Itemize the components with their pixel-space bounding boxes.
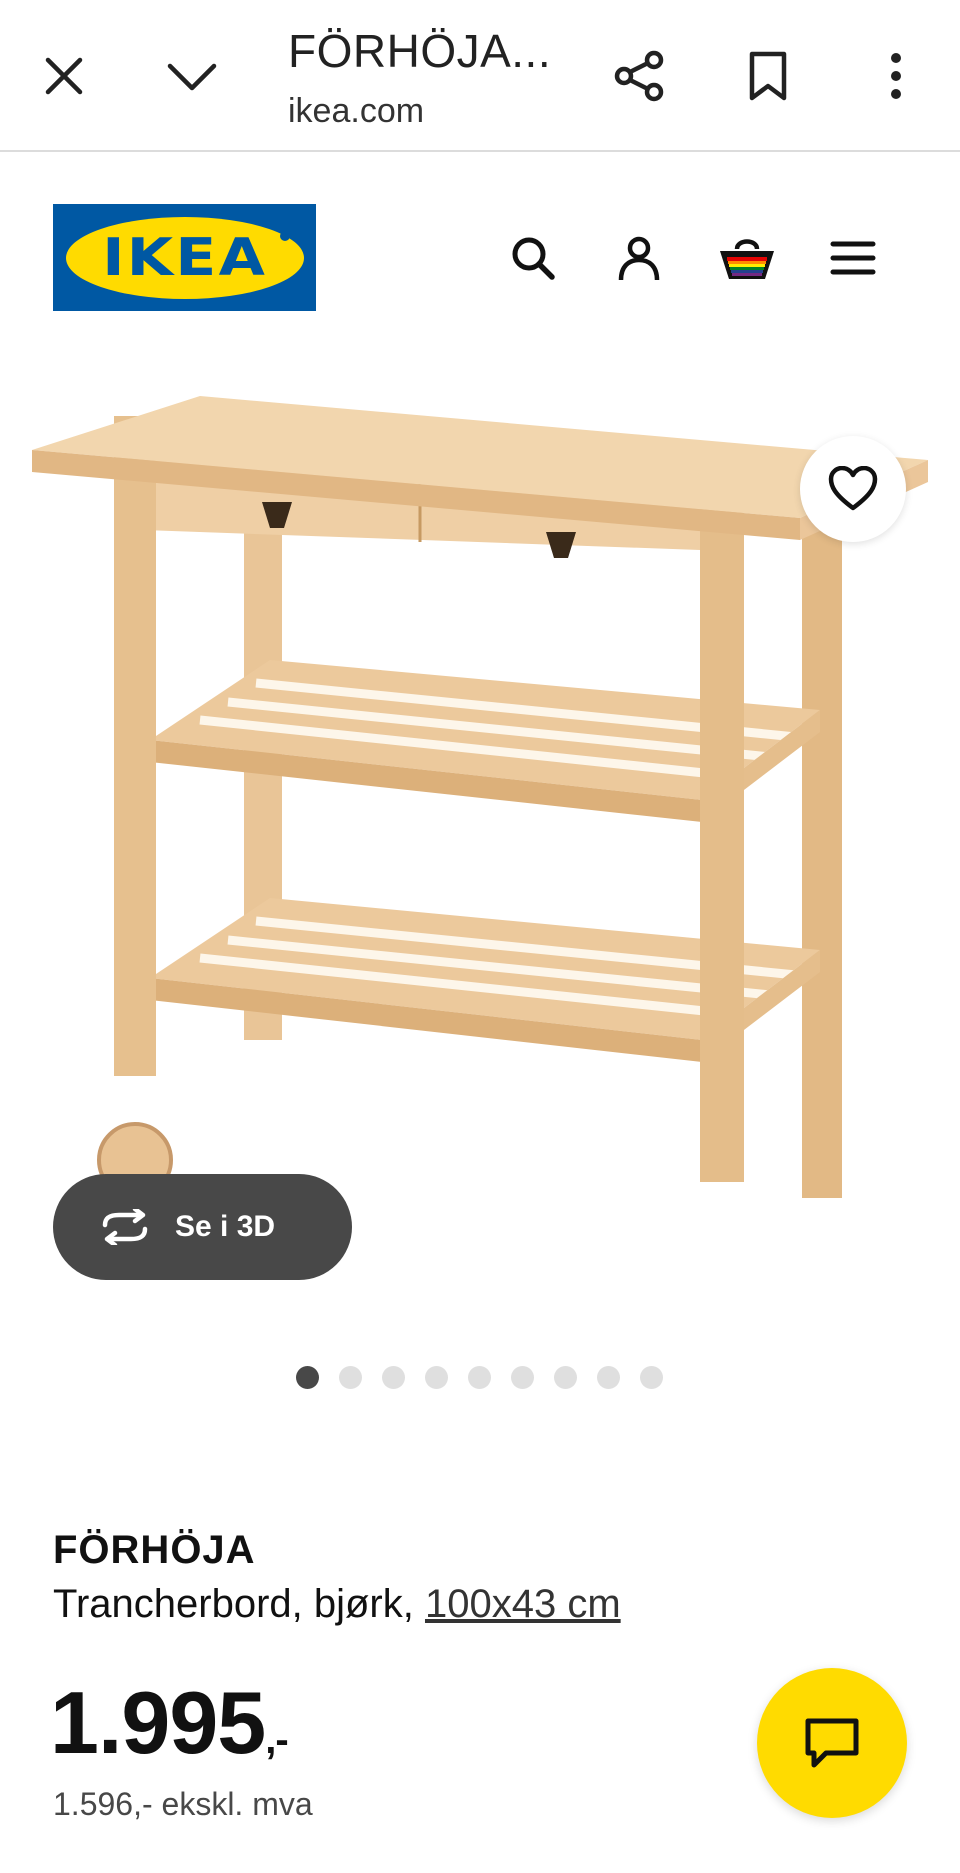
search-icon[interactable]: [497, 222, 569, 294]
share-icon[interactable]: [604, 40, 676, 112]
favorite-button[interactable]: [800, 436, 906, 542]
carousel-dot[interactable]: [468, 1366, 491, 1389]
carousel-dot[interactable]: [296, 1366, 319, 1389]
logo-text: IKEA: [102, 227, 267, 288]
tab-url[interactable]: ikea.com: [288, 92, 424, 131]
product-name: FÖRHÖJA: [53, 1528, 256, 1572]
chat-icon: [805, 1718, 859, 1768]
rotate-3d-icon: [102, 1209, 148, 1245]
browser-toolbar: FÖRHÖJA... ikea.com: [0, 0, 960, 152]
product-description-text: Trancherbord, bjørk,: [53, 1582, 425, 1626]
carousel-dot[interactable]: [382, 1366, 405, 1389]
tab-title: FÖRHÖJA...: [288, 25, 552, 77]
menu-icon[interactable]: [817, 222, 889, 294]
product-description: Trancherbord, bjørk, 100x43 cm: [53, 1582, 621, 1627]
account-icon[interactable]: [603, 222, 675, 294]
carousel-dot[interactable]: [554, 1366, 577, 1389]
price-value: 1.995: [50, 1673, 266, 1772]
price-ex-vat: 1.596,- ekskl. mva: [53, 1786, 313, 1822]
more-vert-icon[interactable]: [860, 40, 932, 112]
carousel-dot[interactable]: [339, 1366, 362, 1389]
chevron-down-icon[interactable]: [156, 40, 228, 112]
basket-icon[interactable]: [711, 222, 783, 294]
product-size-link[interactable]: 100x43 cm: [425, 1582, 621, 1626]
image-carousel-dots: [296, 1366, 663, 1390]
carousel-dot[interactable]: [511, 1366, 534, 1389]
ikea-logo[interactable]: IKEA: [53, 204, 316, 311]
carousel-dot[interactable]: [425, 1366, 448, 1389]
chat-button[interactable]: [757, 1668, 907, 1818]
bookmark-icon[interactable]: [732, 40, 804, 112]
price-suffix: ,-: [265, 1718, 288, 1762]
carousel-dot[interactable]: [597, 1366, 620, 1389]
view-3d-button[interactable]: Se i 3D: [53, 1174, 352, 1280]
heart-icon: [828, 466, 878, 511]
view-3d-label: Se i 3D: [175, 1210, 276, 1243]
close-icon[interactable]: [28, 40, 100, 112]
product-price: 1.995,-: [50, 1672, 289, 1774]
carousel-dot[interactable]: [640, 1366, 663, 1389]
